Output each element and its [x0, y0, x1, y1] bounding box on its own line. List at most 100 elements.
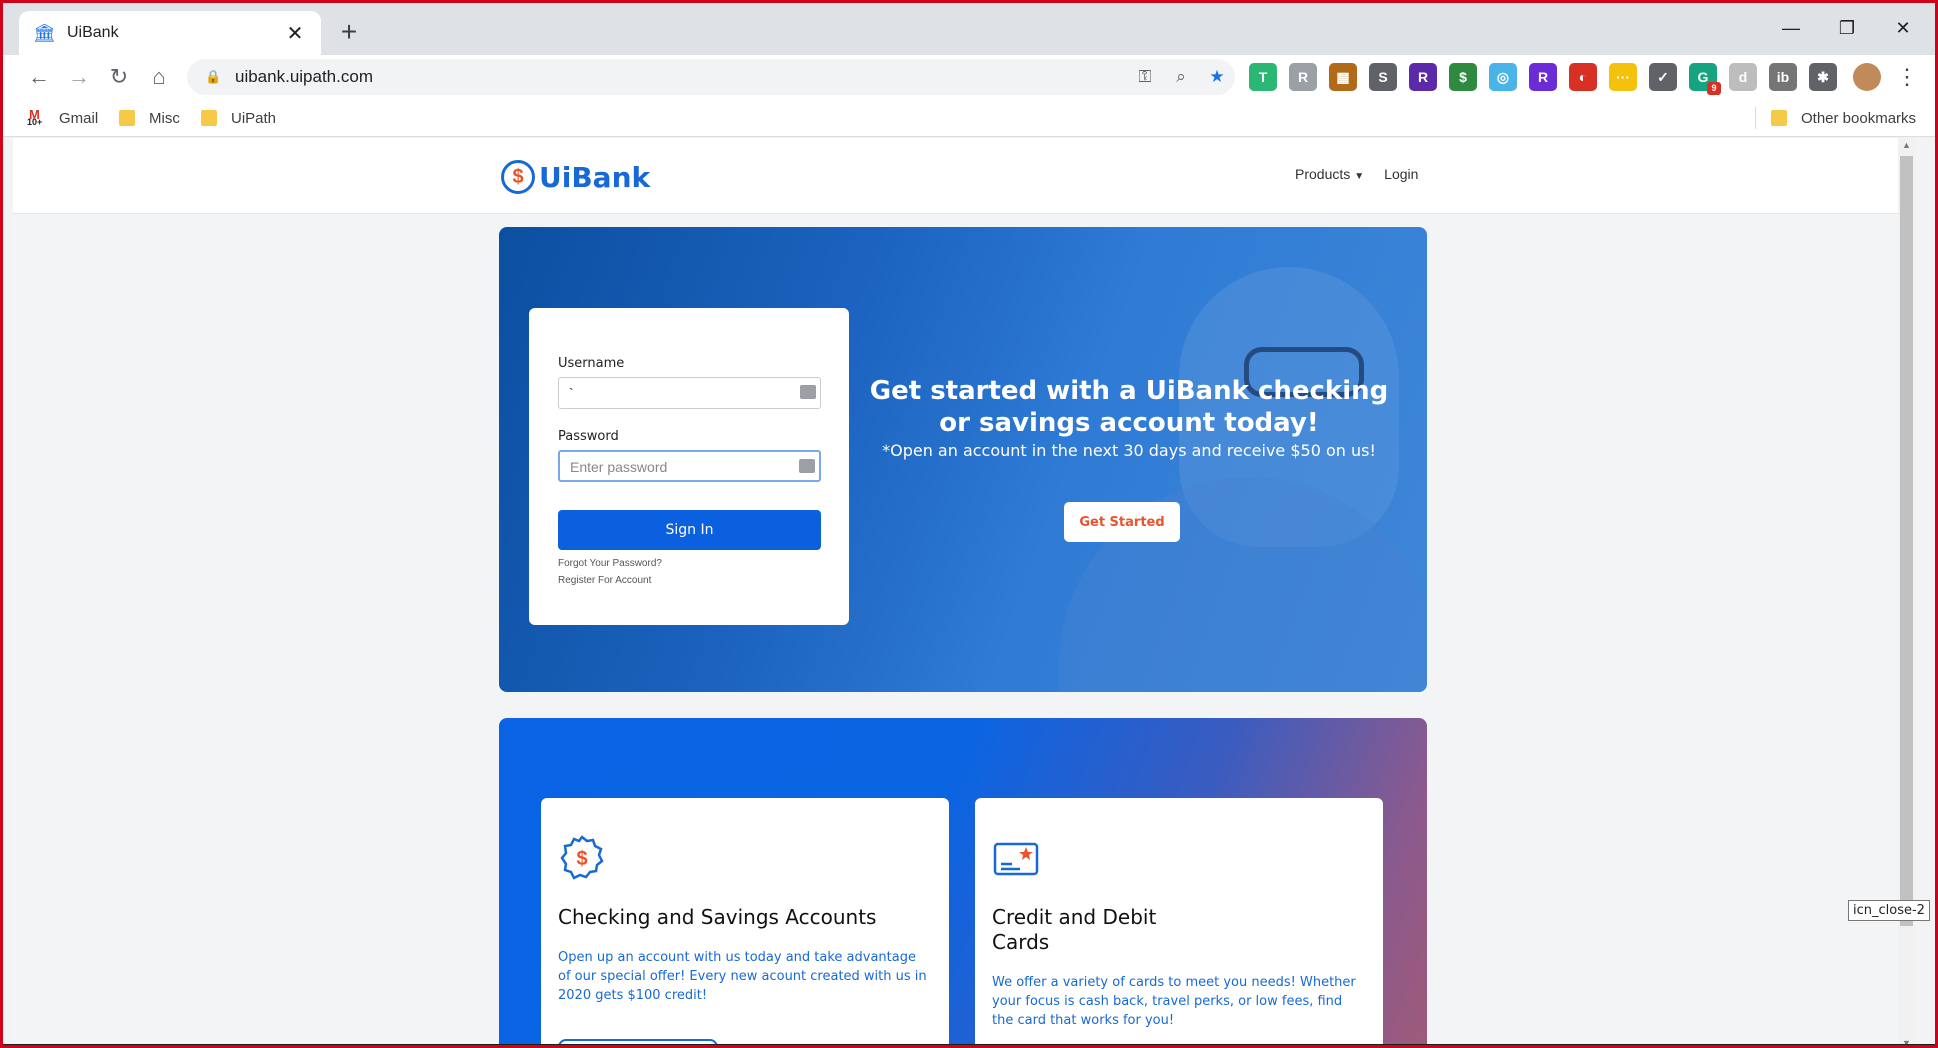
credit-card-icon: [993, 842, 1039, 876]
bank-icon: 🏛: [33, 23, 56, 43]
bookmark-other[interactable]: Other bookmarks: [1771, 106, 1916, 130]
extension-icon[interactable]: S: [1369, 63, 1397, 91]
dollar-badge-icon: $: [560, 835, 604, 880]
bookmark-label: Misc: [149, 109, 180, 127]
svg-text:$: $: [576, 848, 587, 870]
extension-glyph: ✱: [1817, 69, 1829, 85]
sign-in-button[interactable]: Sign In: [558, 510, 821, 550]
bookmark-label: Gmail: [59, 109, 99, 127]
new-tab-button[interactable]: +: [333, 17, 365, 49]
hero-subtitle: *Open an account in the next 30 days and…: [882, 441, 1376, 460]
logo-text: UiBank: [539, 160, 651, 194]
register-link[interactable]: Register For Account: [558, 575, 820, 586]
extension-icon[interactable]: ib: [1769, 63, 1797, 91]
folder-icon: [201, 110, 217, 126]
extension-glyph: $: [1459, 69, 1467, 85]
minimize-button[interactable]: —: [1771, 13, 1811, 43]
folder-icon: [119, 110, 135, 126]
extension-icon[interactable]: T: [1249, 63, 1277, 91]
extension-icon[interactable]: ✓: [1649, 63, 1677, 91]
reload-icon[interactable]: ↻: [103, 61, 135, 93]
bookmark-gmail[interactable]: 10+ M Gmail: [27, 106, 98, 130]
extension-glyph: S: [1378, 69, 1388, 85]
card-title: Credit and Debit Cards: [992, 905, 1157, 954]
site-nav: Products ▼ Login: [1295, 166, 1418, 182]
nav-login[interactable]: Login: [1384, 166, 1418, 182]
close-window-button[interactable]: ✕: [1883, 13, 1923, 43]
tooltip: icn_close-2: [1848, 900, 1930, 921]
bookmark-label: Other bookmarks: [1801, 109, 1917, 127]
nav-products[interactable]: Products ▼: [1295, 166, 1364, 182]
zoom-icon[interactable]: ⌕: [1163, 67, 1199, 87]
get-started-button[interactable]: Get Started: [1064, 502, 1180, 542]
browser-window: 🏛 UiBank ✕ + — ❐ ✕ ← → ↻ ⌂ 🔒 uibank.uipa…: [0, 0, 1938, 1048]
extension-icon[interactable]: ✱: [1809, 63, 1837, 91]
products-section: $ Checking and Savings Accounts Open up …: [499, 718, 1427, 1045]
os-taskbar: [3, 1044, 1935, 1045]
card-text: Open up an account with us today and tak…: [558, 950, 927, 1003]
hero-banner: Username ` Password Enter password Sign …: [499, 227, 1427, 692]
browser-toolbar: ← → ↻ ⌂ 🔒 uibank.uipath.com ⚿ ⌕ ★ T R ▦ S R $…: [3, 55, 1935, 99]
extension-glyph: ▦: [1336, 69, 1350, 85]
autofill-icon[interactable]: [800, 385, 816, 399]
product-card-cards: Credit and Debit Cards We offer a variet…: [975, 798, 1383, 1045]
extension-glyph: ◐: [1578, 69, 1588, 85]
nav-products-label: Products: [1295, 166, 1351, 182]
web-page: $ UiBank Products ▼ Login Username ` Pass…: [13, 138, 1915, 1045]
menu-kebab-icon[interactable]: ⋮: [1891, 61, 1923, 93]
extension-glyph: ◎: [1496, 69, 1510, 85]
url-text[interactable]: uibank.uipath.com: [235, 67, 1127, 87]
username-label: Username: [558, 356, 625, 371]
bookmarks-bar: 10+ M Gmail Misc UiPath Other bookmarks: [3, 99, 1935, 137]
extension-icon[interactable]: ▦: [1329, 63, 1357, 91]
card-title: Checking and Savings Accounts: [558, 905, 877, 929]
extension-glyph: ib: [1776, 69, 1790, 85]
forgot-password-link[interactable]: Forgot Your Password?: [558, 558, 820, 569]
password-label: Password: [558, 429, 619, 444]
home-icon[interactable]: ⌂: [143, 61, 175, 93]
autofill-icon[interactable]: [799, 459, 815, 473]
uibank-logo[interactable]: $ UiBank: [501, 160, 650, 194]
extension-glyph: T: [1258, 69, 1268, 85]
extension-icon[interactable]: ···: [1609, 63, 1637, 91]
bookmark-label: UiPath: [231, 109, 277, 127]
card-text: We offer a variety of cards to meet you …: [992, 975, 1356, 1028]
extension-glyph: R: [1537, 69, 1549, 85]
scroll-down-icon[interactable]: ▼: [1902, 1038, 1911, 1045]
extension-glyph: R: [1417, 69, 1429, 85]
site-header: $ UiBank Products ▼ Login: [13, 138, 1915, 214]
lock-icon[interactable]: 🔒: [205, 69, 221, 85]
extension-icon[interactable]: R: [1409, 63, 1437, 91]
extension-icon[interactable]: R: [1529, 63, 1557, 91]
extensions-row: T R ▦ S R $ ◎ R ◐ ··· ✓ G 9 d ib ✱: [1249, 63, 1837, 95]
extension-icon[interactable]: ◎: [1489, 63, 1517, 91]
extension-icon[interactable]: ◐: [1569, 63, 1597, 91]
extension-icon[interactable]: R: [1289, 63, 1317, 91]
bookmark-divider: [1755, 107, 1756, 129]
caret-down-icon: ▼: [1354, 171, 1365, 182]
extension-icon[interactable]: G9: [1689, 63, 1721, 95]
extension-icon[interactable]: $: [1449, 63, 1477, 91]
forward-icon[interactable]: →: [63, 61, 95, 93]
scroll-up-icon[interactable]: ▲: [1902, 140, 1911, 150]
address-bar[interactable]: 🔒 uibank.uipath.com ⚿ ⌕ ★: [187, 59, 1235, 95]
scroll-thumb[interactable]: [1900, 156, 1913, 926]
bookmark-misc[interactable]: Misc: [119, 106, 180, 130]
product-card-accounts: $ Checking and Savings Accounts Open up …: [541, 798, 949, 1045]
tab-title: UiBank: [67, 24, 119, 41]
password-placeholder: Enter password: [570, 459, 668, 475]
tab-close-icon[interactable]: ✕: [283, 21, 307, 46]
username-field[interactable]: `: [558, 377, 821, 409]
extension-icon[interactable]: d: [1729, 63, 1757, 91]
bookmark-uipath[interactable]: UiPath: [201, 106, 276, 130]
folder-icon: [1771, 110, 1787, 126]
extension-badge: 9: [1707, 82, 1721, 95]
browser-tab[interactable]: 🏛 UiBank ✕: [19, 11, 321, 55]
key-icon[interactable]: ⚿: [1127, 67, 1163, 87]
back-icon[interactable]: ←: [23, 61, 55, 93]
dollar-coin-icon: $: [501, 160, 535, 194]
profile-avatar[interactable]: [1853, 63, 1881, 91]
restore-button[interactable]: ❐: [1827, 13, 1867, 43]
bookmark-star-icon[interactable]: ★: [1199, 67, 1235, 87]
password-field[interactable]: Enter password: [558, 450, 821, 482]
